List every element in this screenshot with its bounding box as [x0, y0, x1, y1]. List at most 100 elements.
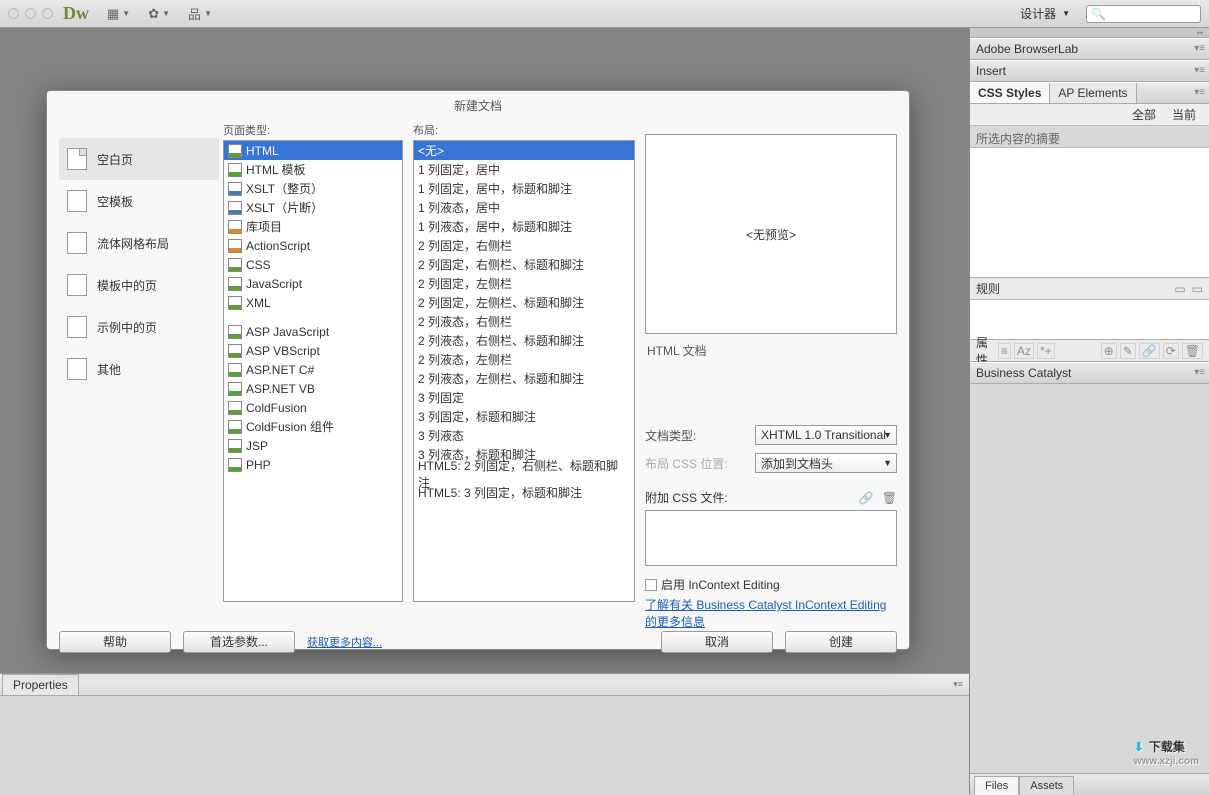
attr-tool-icon[interactable]: ⟳	[1163, 343, 1179, 359]
css-summary-label: 所选内容的摘要	[970, 126, 1209, 148]
panel-menu-icon[interactable]: ▾≡	[1194, 87, 1205, 98]
list-item: 3 列固定，标题和脚注	[414, 407, 634, 426]
panel-browserlab[interactable]: Adobe BrowserLab▾≡	[970, 38, 1209, 60]
extend-menu-icon[interactable]: ✿▼	[148, 6, 170, 22]
list-item: 2 列固定，右侧栏、标题和脚注	[414, 255, 634, 274]
list-item: 2 列固定，右侧栏	[414, 236, 634, 255]
attr-tool-icon[interactable]: ⊕	[1101, 343, 1117, 359]
window-controls	[8, 8, 53, 19]
category-other[interactable]: 其他	[59, 348, 219, 390]
list-item: PHP	[224, 455, 402, 474]
attr-tool-icon[interactable]: *+	[1037, 343, 1055, 359]
list-item: 2 列液态，右侧栏	[414, 312, 634, 331]
panel-insert[interactable]: Insert▾≡	[970, 60, 1209, 82]
bc-panel-body: ⬇ 下载集www.xzji.com	[970, 384, 1209, 773]
tab-files[interactable]: Files	[974, 776, 1019, 795]
css-current-button[interactable]: 当前	[1167, 104, 1201, 125]
attr-tool-icon[interactable]: Az	[1014, 343, 1034, 359]
rule-tool-icon[interactable]: ▭	[1192, 282, 1203, 296]
collapse-icon[interactable]: ▾≡	[953, 679, 963, 690]
properties-panel-body	[0, 695, 969, 795]
css-summary-body	[970, 148, 1209, 278]
list-item: 3 列液态	[414, 426, 634, 445]
list-item: HTML 模板	[224, 160, 402, 179]
list-item: ActionScript	[224, 236, 402, 255]
list-item: 1 列液态，居中，标题和脚注	[414, 217, 634, 236]
pagetype-list[interactable]: HTML HTML 模板 XSLT（整页） XSLT（片断） 库项目 Actio…	[223, 140, 403, 602]
layout-menu-icon[interactable]: ▦▼	[107, 6, 130, 22]
create-button[interactable]: 创建	[785, 631, 897, 653]
panel-menu-icon[interactable]: ▾≡	[1194, 65, 1205, 76]
attr-tool-icon[interactable]: ✎	[1120, 343, 1136, 359]
tab-css-styles[interactable]: CSS Styles	[970, 83, 1050, 103]
properties-tab[interactable]: Properties	[2, 674, 79, 695]
layout-list[interactable]: <无> 1 列固定，居中 1 列固定，居中，标题和脚注 1 列液态，居中 1 列…	[413, 140, 635, 602]
incontext-checkbox[interactable]	[645, 579, 657, 591]
doctype-select[interactable]: XHTML 1.0 Transitional▼	[755, 425, 897, 445]
workspace-switcher[interactable]: 设计器▼	[1014, 3, 1076, 24]
delete-css-icon[interactable]: 🗑	[882, 491, 897, 505]
css-attrs-header: 属性 ≡Az*+ ⊕✎🔗⟳🗑	[970, 340, 1209, 362]
panel-css: CSS Styles AP Elements ▾≡	[970, 82, 1209, 104]
layout-label: 布局:	[413, 120, 635, 140]
attachcss-list[interactable]	[645, 510, 897, 566]
incontext-learn-link[interactable]: 了解有关 Business Catalyst InContext Editing…	[645, 598, 886, 629]
list-item: 2 列固定，左侧栏	[414, 274, 634, 293]
cancel-button[interactable]: 取消	[661, 631, 773, 653]
watermark: ⬇ 下载集www.xzji.com	[1134, 735, 1199, 767]
app-topbar: Dw ▦▼ ✿▼ 品▼ 设计器▼ 🔍	[0, 0, 1209, 28]
attr-tool-icon[interactable]: ≡	[998, 343, 1011, 359]
site-menu-icon[interactable]: 品▼	[188, 4, 212, 23]
doctype-label: 文档类型:	[645, 427, 755, 444]
sidebar-grip[interactable]: ••	[970, 28, 1209, 38]
panel-menu-icon[interactable]: ▾≡	[1194, 367, 1205, 378]
panel-business-catalyst[interactable]: Business Catalyst▾≡	[970, 362, 1209, 384]
preferences-button[interactable]: 首选参数...	[183, 631, 295, 653]
panel-menu-icon[interactable]: ▾≡	[1194, 43, 1205, 54]
pagetype-label: 页面类型:	[223, 120, 403, 140]
list-item: 1 列固定，居中，标题和脚注	[414, 179, 634, 198]
category-blank-page[interactable]: 空白页	[59, 138, 219, 180]
minimize-icon[interactable]	[25, 8, 36, 19]
list-item: HTML5: 2 列固定，右侧栏、标题和脚注	[414, 464, 634, 483]
list-item: 3 列固定	[414, 388, 634, 407]
list-item: XSLT（整页）	[224, 179, 402, 198]
help-button[interactable]: 帮助	[59, 631, 171, 653]
list-item: CSS	[224, 255, 402, 274]
document-area: 新建文档 空白页 空模板 流体网格布局 模板中的页 示例中的页 其他 页面类型:…	[0, 28, 969, 673]
layoutcss-label: 布局 CSS 位置:	[645, 455, 755, 472]
list-item: JSP	[224, 436, 402, 455]
list-item: 1 列液态，居中	[414, 198, 634, 217]
category-page-from-template[interactable]: 模板中的页	[59, 264, 219, 306]
search-input[interactable]: 🔍	[1086, 5, 1201, 23]
properties-panel-header[interactable]: Properties ▾≡	[0, 673, 969, 695]
css-all-button[interactable]: 全部	[1127, 104, 1161, 125]
category-page-from-sample[interactable]: 示例中的页	[59, 306, 219, 348]
list-item: 2 列液态，左侧栏、标题和脚注	[414, 369, 634, 388]
rule-tool-icon[interactable]: ▭	[1174, 282, 1185, 296]
link-css-icon[interactable]: 🔗	[859, 491, 874, 505]
get-more-link[interactable]: 获取更多内容...	[307, 634, 382, 650]
list-item: ColdFusion	[224, 398, 402, 417]
list-item: <无>	[414, 141, 634, 160]
close-icon[interactable]	[8, 8, 19, 19]
list-item: 库项目	[224, 217, 402, 236]
css-rules-body	[970, 300, 1209, 340]
list-item: ASP JavaScript	[224, 322, 402, 341]
search-icon: 🔍	[1091, 7, 1106, 21]
attr-tool-icon[interactable]: 🗑	[1182, 343, 1203, 359]
category-list: 空白页 空模板 流体网格布局 模板中的页 示例中的页 其他	[59, 120, 219, 631]
list-item: 2 列液态，左侧栏	[414, 350, 634, 369]
css-rules-header: 规则▭▭	[970, 278, 1209, 300]
tab-ap-elements[interactable]: AP Elements	[1050, 83, 1136, 103]
list-item: HTML	[224, 141, 402, 160]
attachcss-label: 附加 CSS 文件:	[645, 489, 728, 506]
new-document-dialog: 新建文档 空白页 空模板 流体网格布局 模板中的页 示例中的页 其他 页面类型:…	[46, 90, 910, 650]
category-fluid-grid[interactable]: 流体网格布局	[59, 222, 219, 264]
tab-assets[interactable]: Assets	[1019, 776, 1074, 795]
preview-pane: <无预览>	[645, 134, 897, 334]
category-blank-template[interactable]: 空模板	[59, 180, 219, 222]
zoom-icon[interactable]	[42, 8, 53, 19]
attr-tool-icon[interactable]: 🔗	[1139, 343, 1160, 359]
list-item: 1 列固定，居中	[414, 160, 634, 179]
